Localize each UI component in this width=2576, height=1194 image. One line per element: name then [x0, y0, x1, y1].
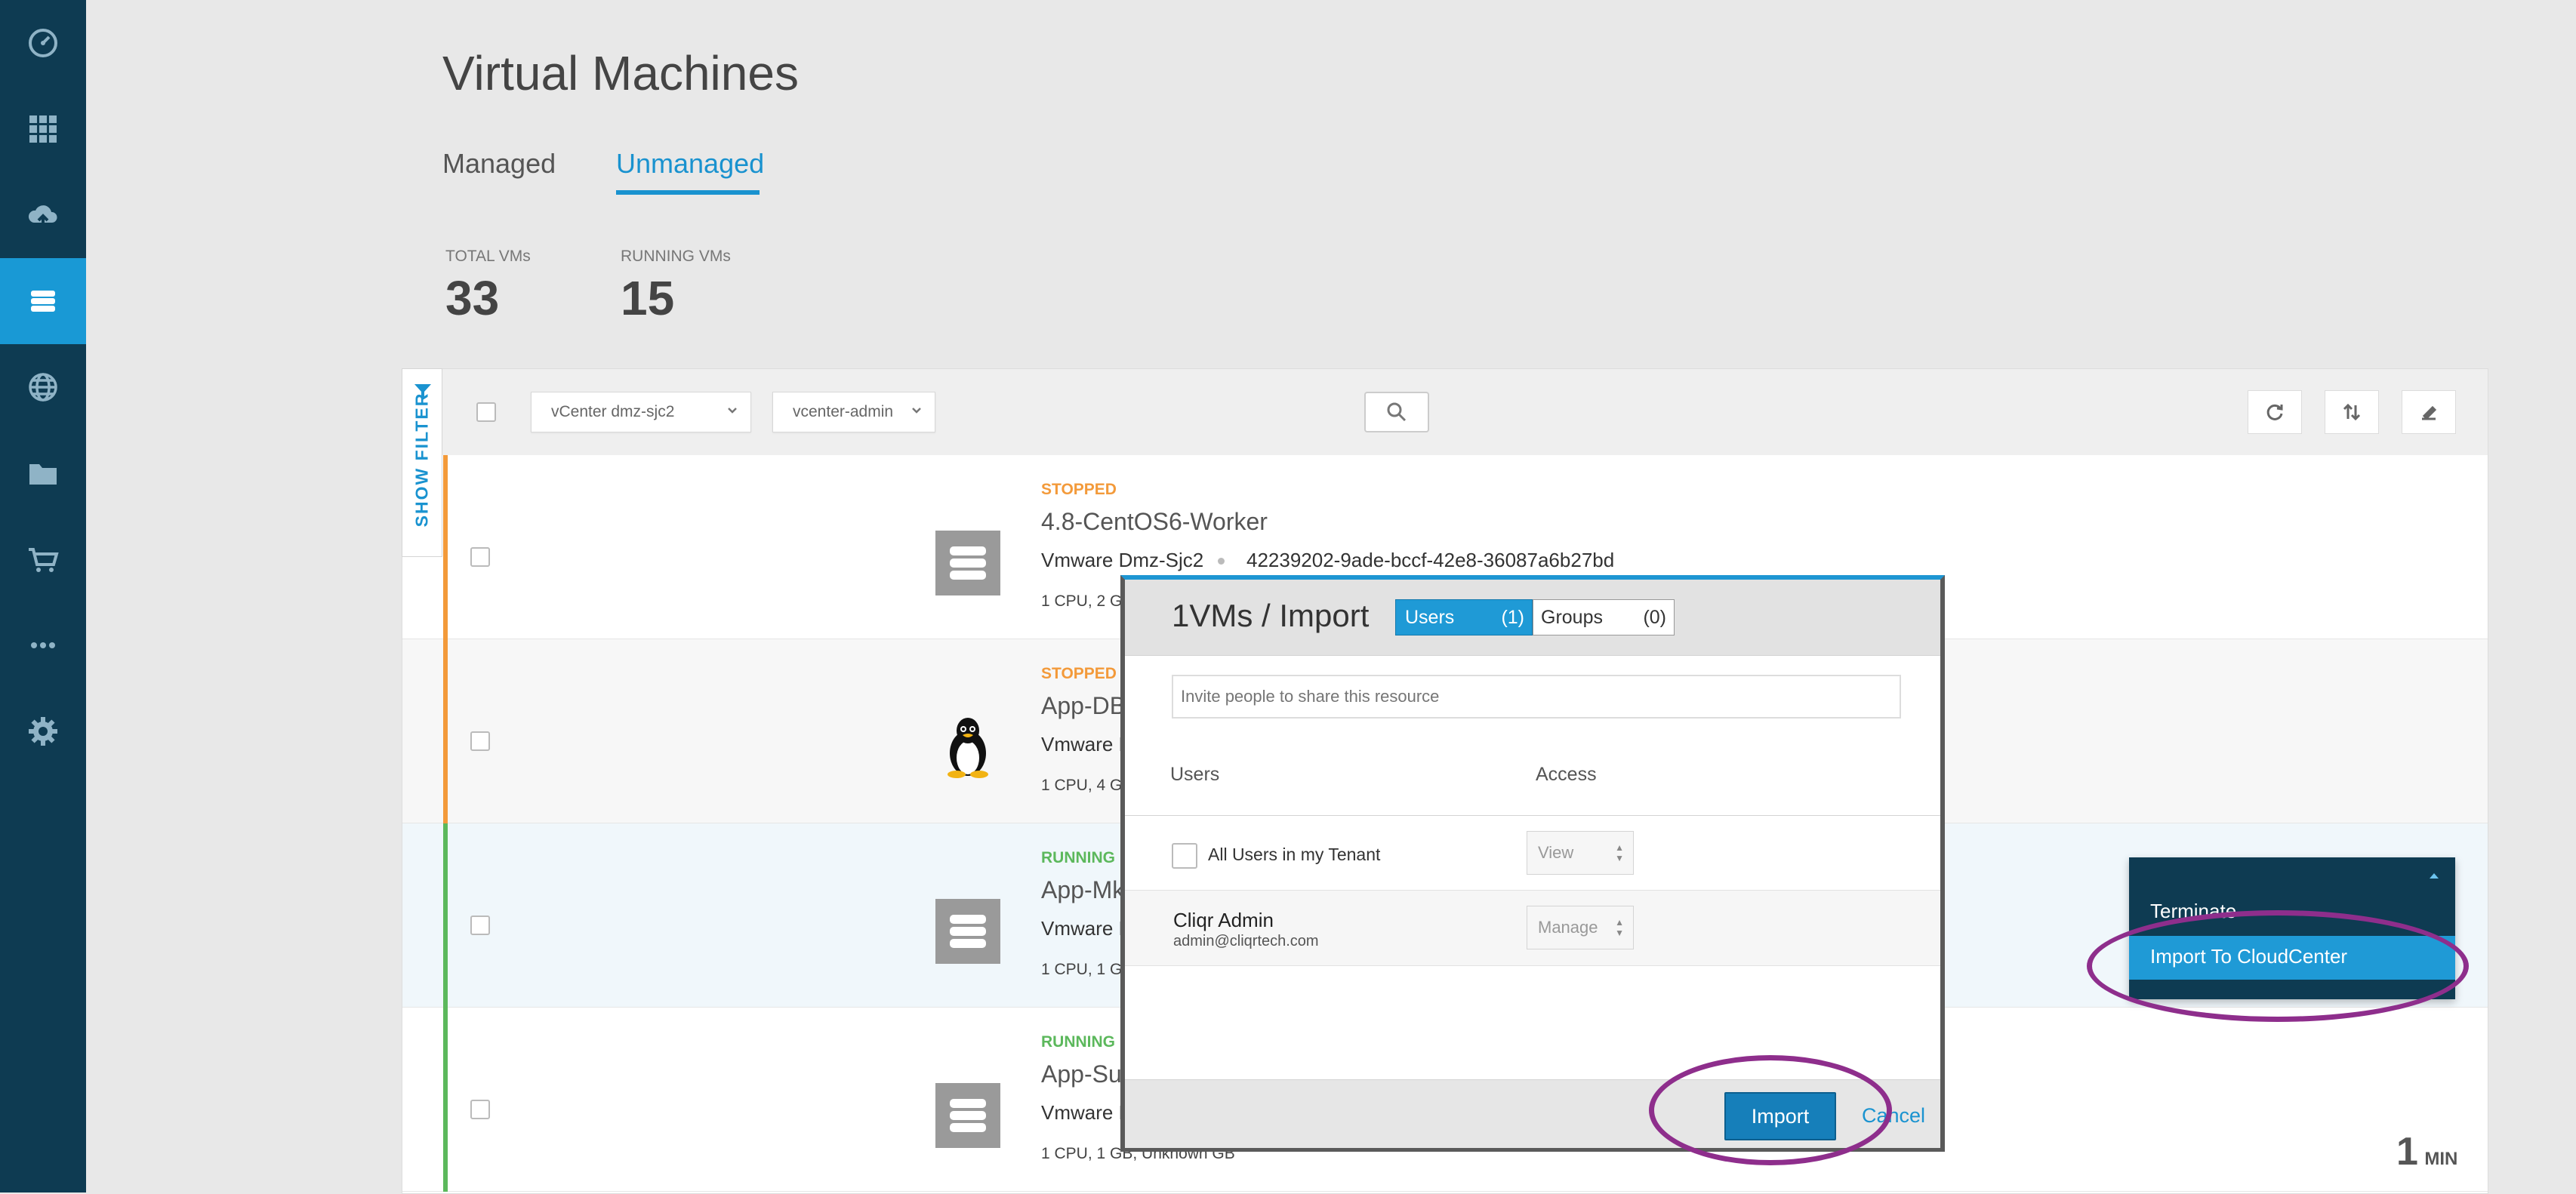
status-bar	[443, 823, 448, 1008]
sidebar-item-marketplace[interactable]	[0, 516, 86, 602]
access-select-value: View	[1538, 843, 1574, 862]
tab-users-label: Users	[1405, 606, 1455, 628]
sidebar-item-dashboard[interactable]	[0, 0, 86, 86]
server-icon	[935, 899, 1000, 964]
refresh-button[interactable]	[2248, 390, 2302, 434]
tab-groups-count: (0)	[1643, 606, 1666, 628]
cart-icon	[29, 548, 59, 572]
select-all-checkbox[interactable]	[476, 402, 496, 422]
access-select[interactable]: Manage ▲ ▼	[1527, 906, 1634, 949]
globe-icon	[29, 373, 57, 402]
page-title: Virtual Machines	[442, 46, 799, 100]
status-bar	[443, 455, 448, 639]
user-email: admin@cliqrtech.com	[1173, 933, 1319, 949]
sidebar-item-settings[interactable]	[0, 688, 86, 774]
sidebar-item-repositories[interactable]	[0, 430, 86, 516]
all-users-label: All Users in my Tenant	[1208, 845, 1381, 864]
vm-id: 42239202-9ade-bccf-42e8-36087a6b27bd	[1246, 549, 1615, 571]
dialog-title: 1VMs / Import	[1172, 598, 1370, 633]
timer-unit: MIN	[2424, 1149, 2458, 1169]
cloud-select[interactable]: vCenter dmz-sjc2	[531, 392, 751, 432]
permission-row: Cliqr Admin admin@cliqrtech.com Manage ▲…	[1125, 891, 1940, 966]
users-column-header: Users	[1170, 764, 1220, 785]
server-icon	[935, 531, 1000, 595]
tab-unmanaged[interactable]: Unmanaged	[616, 148, 764, 180]
search-icon	[1387, 402, 1407, 422]
row-checkbox[interactable]	[470, 1100, 490, 1119]
chevron-down-icon	[912, 408, 921, 414]
highlight-ellipse	[2087, 910, 2469, 1022]
linux-penguin-icon	[935, 715, 1000, 780]
cloud-select-value: vCenter dmz-sjc2	[551, 403, 675, 420]
running-vms-value: 15	[621, 271, 675, 325]
sidebar-item-deploy[interactable]	[0, 172, 86, 258]
status-badge: RUNNING	[1041, 1033, 1115, 1051]
total-vms-value: 33	[445, 271, 500, 325]
tab-groups-label: Groups	[1541, 606, 1603, 628]
chevron-down-icon	[728, 408, 737, 414]
search-button[interactable]	[1364, 392, 1429, 432]
sort-button[interactable]	[2325, 390, 2379, 434]
status-badge: STOPPED	[1041, 481, 1117, 498]
list-toolbar: vCenter dmz-sjc2 vcenter-admin	[402, 369, 2488, 456]
server-icon	[935, 1083, 1000, 1148]
status-badge: STOPPED	[1041, 665, 1117, 682]
show-filter-label: SHOW FILTER	[411, 392, 432, 528]
highlight-ellipse	[1649, 1055, 1892, 1165]
access-select[interactable]: View ▲ ▼	[1527, 831, 1634, 875]
status-bar	[443, 1008, 448, 1192]
active-tab-indicator	[616, 190, 760, 195]
all-users-checkbox[interactable]	[1172, 843, 1197, 869]
total-vms-label: TOTAL VMs	[445, 248, 531, 265]
folder-icon	[29, 464, 57, 485]
stepper-arrows-icon: ▲ ▼	[1615, 842, 1624, 863]
tab-users[interactable]: Users (1)	[1395, 599, 1533, 635]
sidebar-item-environments[interactable]	[0, 344, 86, 430]
refresh-timer: 1 MIN	[2396, 1129, 2457, 1174]
separator-dot	[1218, 558, 1225, 565]
tab-users-count: (1)	[1501, 606, 1524, 628]
account-select-value: vcenter-admin	[793, 403, 894, 420]
bulk-actions-button[interactable]	[2402, 390, 2456, 434]
timer-value: 1	[2396, 1130, 2418, 1174]
account-select[interactable]: vcenter-admin	[772, 392, 935, 432]
running-vms-label: RUNNING VMs	[621, 248, 731, 265]
sidebar	[0, 0, 86, 1192]
sidebar-item-apps[interactable]	[0, 86, 86, 172]
access-select-value: Manage	[1538, 918, 1598, 937]
invite-input[interactable]	[1172, 675, 1901, 719]
sidebar-item-more[interactable]	[0, 602, 86, 688]
tab-groups[interactable]: Groups (0)	[1533, 599, 1675, 635]
user-name: Cliqr Admin	[1173, 909, 1274, 931]
sort-icon	[2343, 403, 2361, 421]
edit-icon	[2422, 405, 2437, 420]
sidebar-item-virtual-machines[interactable]	[0, 258, 86, 344]
vm-cloud: Vmware Dmz-Sjc2	[1041, 549, 1204, 571]
dashboard-icon	[29, 29, 57, 57]
permission-row: All Users in my Tenant View ▲ ▼	[1125, 815, 1940, 891]
status-badge: RUNNING	[1041, 849, 1115, 866]
caret-up-icon	[2430, 873, 2439, 879]
row-checkbox[interactable]	[470, 731, 490, 751]
gear-icon	[29, 717, 57, 746]
virtual-machines-icon	[31, 291, 55, 312]
show-filter-tab[interactable]: SHOW FILTER	[402, 368, 442, 557]
tab-managed[interactable]: Managed	[442, 148, 556, 180]
refresh-icon	[2266, 404, 2283, 420]
dialog-header: 1VMs / Import Users (1) Groups (0)	[1125, 580, 1940, 656]
vm-name[interactable]: 4.8-CentOS6-Worker	[1041, 508, 1268, 536]
status-bar	[443, 639, 448, 823]
cloud-upload-icon	[28, 205, 57, 229]
apps-grid-icon	[29, 115, 57, 143]
access-column-header: Access	[1536, 764, 1597, 785]
row-checkbox[interactable]	[470, 547, 490, 567]
row-checkbox[interactable]	[470, 916, 490, 935]
more-icon	[31, 642, 55, 648]
stepper-arrows-icon: ▲ ▼	[1615, 917, 1624, 938]
